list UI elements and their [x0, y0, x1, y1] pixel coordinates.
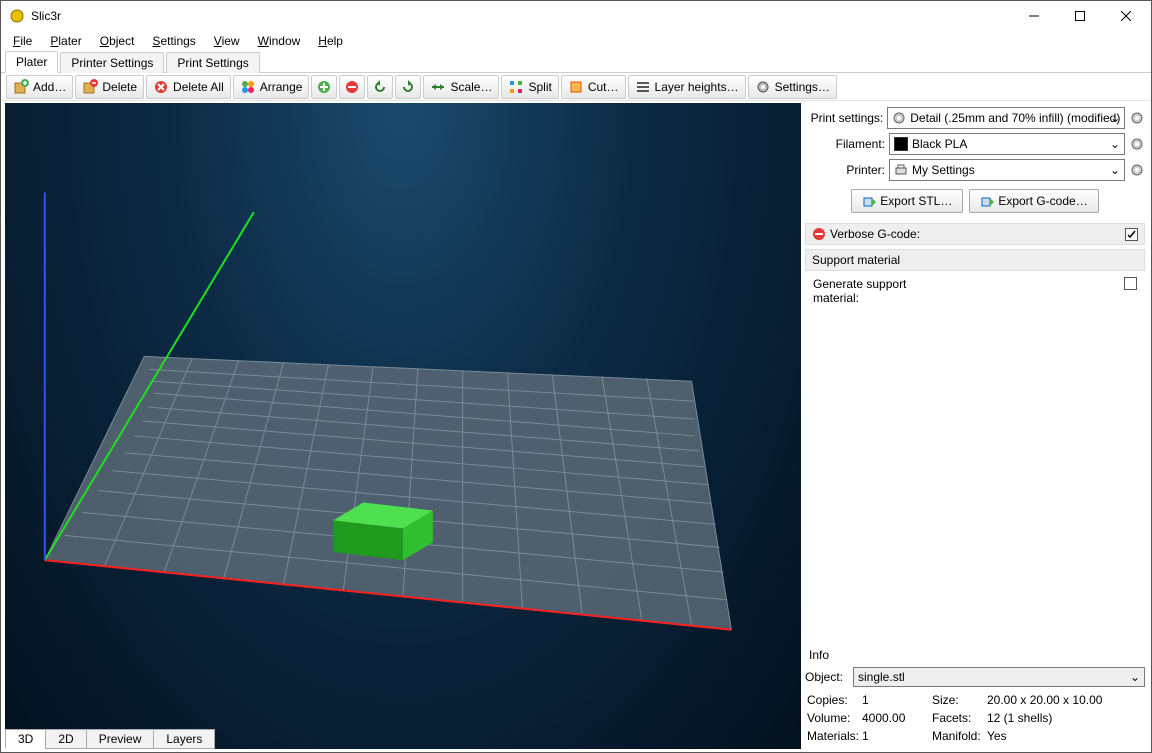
arrange-icon: [240, 79, 256, 95]
print-settings-gear[interactable]: [1129, 110, 1145, 126]
tab-print-settings[interactable]: Print Settings: [166, 52, 259, 73]
cut-icon: [568, 79, 584, 95]
main-area: 3D 2D Preview Layers Print settings: Det…: [1, 101, 1151, 751]
add-icon: [13, 79, 29, 95]
menu-object[interactable]: Object: [92, 32, 143, 50]
volume-label: Volume:: [807, 711, 862, 725]
scale-icon: [430, 79, 446, 95]
gear-icon: [892, 111, 906, 125]
tab-plater[interactable]: Plater: [5, 51, 58, 73]
layers-icon: [635, 79, 651, 95]
print-settings-select[interactable]: Detail (.25mm and 70% infill) (modified)…: [887, 107, 1125, 129]
view-tab-2d[interactable]: 2D: [45, 729, 86, 749]
split-icon: [508, 79, 524, 95]
arrange-button[interactable]: Arrange: [233, 75, 310, 99]
filament-gear[interactable]: [1129, 136, 1145, 152]
chevron-down-icon: ⌄: [1130, 670, 1140, 684]
generate-support-row: Generate support material:: [805, 271, 1145, 311]
menu-view[interactable]: View: [206, 32, 248, 50]
top-tabs: Plater Printer Settings Print Settings: [1, 51, 1151, 73]
swatch-icon: [894, 137, 908, 151]
cut-button[interactable]: Cut…: [561, 75, 626, 99]
printer-gear[interactable]: [1129, 162, 1145, 178]
view-tabs: 3D 2D Preview Layers: [5, 729, 214, 749]
copies-label: Copies:: [807, 693, 862, 707]
minus-circle-icon: [344, 79, 360, 95]
facets-value: 12 (1 shells): [987, 711, 1143, 725]
layer-heights-button[interactable]: Layer heights…: [628, 75, 746, 99]
tab-printer-settings[interactable]: Printer Settings: [60, 52, 164, 73]
delete-icon: [82, 79, 98, 95]
printer-label: Printer:: [805, 163, 885, 177]
menubar: File Plater Object Settings View Window …: [1, 31, 1151, 51]
support-material-head: Support material: [805, 249, 1145, 271]
info-grid: Copies: 1 Size: 20.00 x 20.00 x 10.00 Vo…: [805, 689, 1145, 747]
settings-button[interactable]: Settings…: [748, 75, 837, 99]
facets-label: Facets:: [932, 711, 987, 725]
rotate-ccw-icon: [372, 79, 388, 95]
volume-value: 4000.00: [862, 711, 932, 725]
toolbar: Add… Delete Delete All Arrange Scale… Sp…: [1, 73, 1151, 101]
view-tab-preview[interactable]: Preview: [86, 729, 155, 749]
split-button[interactable]: Split: [501, 75, 558, 99]
export-stl-button[interactable]: Export STL…: [851, 189, 963, 213]
chevron-down-icon: ⌄: [1110, 111, 1120, 125]
menu-plater[interactable]: Plater: [42, 32, 89, 50]
chevron-down-icon: ⌄: [1110, 163, 1120, 177]
more-button[interactable]: [311, 75, 337, 99]
object-select[interactable]: single.stl ⌄: [853, 667, 1145, 687]
verbose-gcode-row: Verbose G-code:: [805, 223, 1145, 245]
add-button[interactable]: Add…: [6, 75, 73, 99]
3d-scene: [5, 103, 801, 749]
rotate-ccw-button[interactable]: [367, 75, 393, 99]
filament-label: Filament:: [805, 137, 885, 151]
delete-button[interactable]: Delete: [75, 75, 144, 99]
manifold-value: Yes: [987, 729, 1143, 743]
scale-button[interactable]: Scale…: [423, 75, 499, 99]
chevron-down-icon: ⌄: [1110, 137, 1120, 151]
copies-value: 1: [862, 693, 932, 707]
object-label: Object:: [805, 670, 849, 684]
info-head: Info: [805, 645, 1145, 665]
3d-view[interactable]: 3D 2D Preview Layers: [5, 103, 801, 749]
delete-all-button[interactable]: Delete All: [146, 75, 231, 99]
view-tab-layers[interactable]: Layers: [153, 729, 215, 749]
rotate-cw-button[interactable]: [395, 75, 421, 99]
printer-icon: [894, 163, 908, 177]
menu-help[interactable]: Help: [310, 32, 351, 50]
plus-circle-icon: [316, 79, 332, 95]
printer-select[interactable]: My Settings ⌄: [889, 159, 1125, 181]
fewer-button[interactable]: [339, 75, 365, 99]
filament-select[interactable]: Black PLA ⌄: [889, 133, 1125, 155]
menu-window[interactable]: Window: [250, 32, 309, 50]
export-gcode-button[interactable]: Export G-code…: [969, 189, 1098, 213]
rotate-cw-icon: [400, 79, 416, 95]
materials-value: 1: [862, 729, 932, 743]
size-label: Size:: [932, 693, 987, 707]
menu-file[interactable]: File: [5, 32, 40, 50]
generate-support-checkbox[interactable]: [1124, 277, 1137, 290]
verbose-gcode-checkbox[interactable]: [1125, 228, 1138, 241]
side-panel: Print settings: Detail (.25mm and 70% in…: [801, 101, 1151, 751]
window-title: Slic3r: [31, 9, 1011, 23]
view-tab-3d[interactable]: 3D: [5, 729, 46, 749]
materials-label: Materials:: [807, 729, 862, 743]
gear-icon: [755, 79, 771, 95]
titlebar: Slic3r: [1, 1, 1151, 31]
close-button[interactable]: [1103, 1, 1149, 31]
print-settings-label: Print settings:: [805, 111, 883, 125]
minimize-button[interactable]: [1011, 1, 1057, 31]
delete-all-icon: [153, 79, 169, 95]
app-icon: [9, 8, 25, 24]
size-value: 20.00 x 20.00 x 10.00: [987, 693, 1143, 707]
manifold-label: Manifold:: [932, 729, 987, 743]
export-icon: [980, 194, 994, 208]
minus-circle-icon: [812, 227, 826, 241]
menu-settings[interactable]: Settings: [144, 32, 203, 50]
maximize-button[interactable]: [1057, 1, 1103, 31]
export-icon: [862, 194, 876, 208]
